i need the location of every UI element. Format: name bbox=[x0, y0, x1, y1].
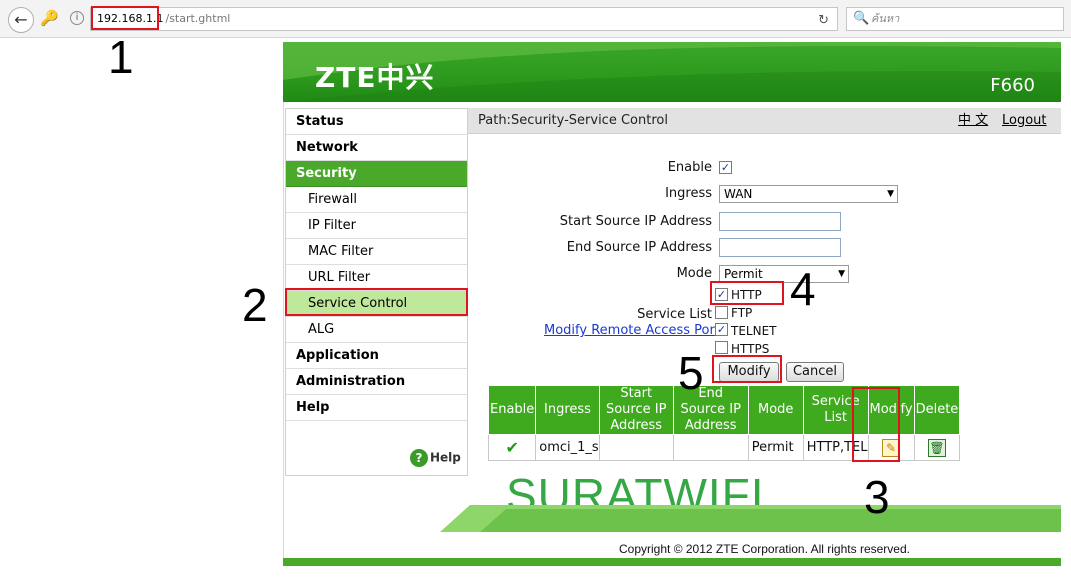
mode-select[interactable]: Permit ▼ bbox=[719, 265, 849, 283]
end-ip-input[interactable] bbox=[719, 238, 841, 257]
enable-label: Enable bbox=[667, 160, 712, 175]
step-number-3: 3 bbox=[864, 471, 890, 523]
url-host: 192.168.1.1 bbox=[97, 12, 164, 25]
device-model: F660 bbox=[990, 75, 1035, 96]
sidebar-item-ip-filter[interactable]: IP Filter bbox=[286, 213, 467, 239]
col-header-mode: Mode bbox=[747, 385, 804, 435]
logout-link[interactable]: Logout bbox=[1002, 108, 1047, 134]
sidebar-item-security[interactable]: Security bbox=[286, 161, 467, 187]
info-icon[interactable]: i bbox=[70, 11, 84, 25]
col-header-start-ip: Start Source IP Address bbox=[598, 385, 674, 435]
step-number-1: 1 bbox=[108, 31, 134, 83]
url-path: /start.ghtml bbox=[165, 12, 231, 25]
row-mode-cell: Permit bbox=[747, 434, 804, 461]
end-ip-label: End Source IP Address bbox=[566, 240, 712, 255]
zte-logo: ZTE中兴 bbox=[315, 61, 435, 94]
browser-search-input[interactable]: 🔍 ค้นหา bbox=[846, 7, 1064, 31]
col-header-modify: Modify bbox=[867, 385, 915, 435]
step-number-5: 5 bbox=[678, 347, 704, 399]
modify-button[interactable]: Modify bbox=[719, 362, 779, 382]
address-bar[interactable]: 192.168.1.1/start.ghtml ↻ bbox=[90, 7, 838, 31]
reload-icon[interactable]: ↻ bbox=[818, 10, 829, 32]
router-header: ZTE中兴 F660 bbox=[283, 42, 1061, 102]
frame-border bbox=[283, 102, 284, 564]
telnet-checkbox[interactable]: ✓ bbox=[715, 323, 728, 336]
mode-value: Permit bbox=[724, 267, 763, 281]
http-label: HTTP bbox=[731, 288, 762, 302]
col-header-ingress: Ingress bbox=[535, 385, 600, 435]
start-ip-label: Start Source IP Address bbox=[559, 214, 712, 229]
breadcrumb-path: Path:Security-Service Control bbox=[478, 113, 668, 128]
row-delete-cell: 🗑 bbox=[913, 434, 961, 461]
search-icon: 🔍 bbox=[853, 11, 870, 26]
col-header-enable: Enable bbox=[487, 385, 537, 435]
row-start-ip-cell bbox=[598, 434, 674, 461]
col-header-delete: Delete bbox=[913, 385, 961, 435]
chevron-down-icon: ▼ bbox=[887, 189, 894, 199]
step-number-2: 2 bbox=[242, 279, 268, 331]
sidebar-item-status[interactable]: Status bbox=[286, 109, 467, 135]
breadcrumb: Path:Security-Service Control 中 文 Logout bbox=[468, 108, 1061, 134]
service-list-label: Service List bbox=[637, 307, 712, 322]
chevron-down-icon: ▼ bbox=[838, 269, 845, 279]
http-checkbox[interactable]: ✓ bbox=[715, 288, 728, 301]
ftp-label: FTP bbox=[731, 306, 753, 320]
sidebar-item-mac-filter[interactable]: MAC Filter bbox=[286, 239, 467, 265]
https-label: HTTPS bbox=[731, 342, 770, 356]
back-arrow-icon[interactable]: ← bbox=[8, 7, 34, 33]
mode-label: Mode bbox=[676, 266, 712, 281]
sidebar-item-firewall[interactable]: Firewall bbox=[286, 187, 467, 213]
step-number-4: 4 bbox=[790, 263, 816, 315]
key-icon[interactable]: 🔑 bbox=[40, 9, 59, 27]
sidebar-item-network[interactable]: Network bbox=[286, 135, 467, 161]
row-services-cell: HTTP,TEL bbox=[802, 434, 869, 461]
trash-icon[interactable]: 🗑 bbox=[927, 438, 946, 457]
sidebar-item-service-control[interactable]: Service Control bbox=[286, 291, 467, 317]
copyright-text: Copyright © 2012 ZTE Corporation. All ri… bbox=[619, 542, 910, 556]
row-modify-cell: ✎ bbox=[867, 434, 915, 461]
cancel-button[interactable]: Cancel bbox=[786, 362, 844, 382]
row-end-ip-cell bbox=[672, 434, 749, 461]
language-link[interactable]: 中 文 bbox=[958, 108, 988, 134]
enable-checkbox[interactable]: ✓ bbox=[719, 161, 732, 174]
col-header-service-list: Service List bbox=[802, 385, 869, 435]
ftp-checkbox[interactable] bbox=[715, 306, 728, 319]
telnet-label: TELNET bbox=[731, 324, 777, 338]
row-enable-cell: ✔ bbox=[487, 434, 537, 461]
browser-toolbar: ← 🔑 i 192.168.1.1/start.ghtml ↻ 🔍 ค้นหา bbox=[0, 0, 1071, 38]
sidebar-item-administration[interactable]: Administration bbox=[286, 369, 467, 395]
sidebar-item-help[interactable]: Help bbox=[286, 395, 467, 421]
footer-bar bbox=[283, 558, 1061, 566]
footer-stripe-decoration bbox=[440, 505, 1061, 532]
row-ingress-cell: omci_1_s bbox=[535, 434, 600, 461]
ingress-select[interactable]: WAN ▼ bbox=[719, 185, 898, 203]
sidebar-item-application[interactable]: Application bbox=[286, 343, 467, 369]
question-icon: ? bbox=[410, 449, 428, 467]
sidebar-item-alg[interactable]: ALG bbox=[286, 317, 467, 343]
ingress-label: Ingress bbox=[665, 186, 712, 201]
ingress-value: WAN bbox=[724, 187, 753, 201]
sidebar: Status Network Security Firewall IP Filt… bbox=[285, 108, 468, 476]
modify-remote-access-link[interactable]: Modify Remote Access Port bbox=[544, 323, 720, 338]
help-link-label: Help bbox=[430, 450, 461, 465]
help-link[interactable]: ? Help bbox=[410, 449, 461, 467]
search-placeholder: ค้นหา bbox=[871, 12, 900, 25]
start-ip-input[interactable] bbox=[719, 212, 841, 231]
edit-icon[interactable]: ✎ bbox=[882, 438, 901, 457]
checkmark-icon: ✔ bbox=[505, 438, 519, 457]
sidebar-item-url-filter[interactable]: URL Filter bbox=[286, 265, 467, 291]
https-checkbox[interactable] bbox=[715, 341, 728, 354]
service-control-table: Enable Ingress Start Source IP Address E… bbox=[487, 385, 961, 461]
table-row: ✔ omci_1_s Permit HTTP,TEL ✎ 🗑 bbox=[487, 434, 961, 461]
